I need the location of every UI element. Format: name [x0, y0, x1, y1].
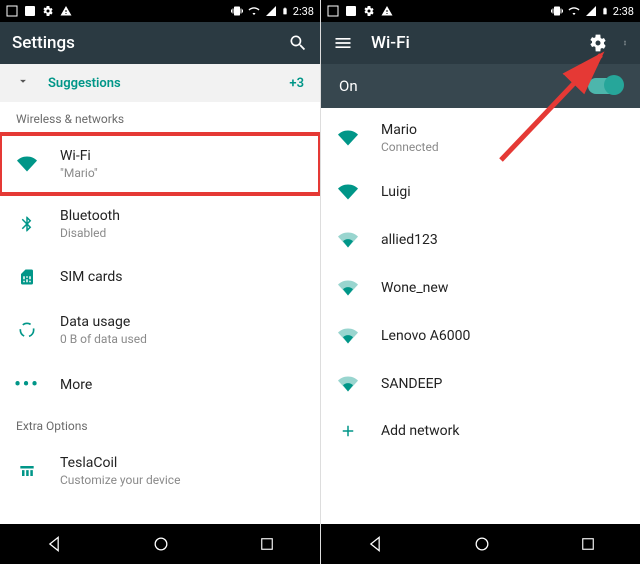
signal-icon	[585, 5, 597, 17]
add-network-label: Add network	[381, 423, 459, 439]
gear-icon[interactable]	[588, 33, 608, 53]
tesla-icon	[16, 461, 38, 481]
sim-label: SIM cards	[60, 269, 123, 285]
tesla-label: TeslaCoil	[60, 455, 180, 471]
wifi-signal-icon	[337, 230, 359, 250]
more-icon: •••	[16, 374, 38, 395]
wifi-signal-icon	[337, 278, 359, 298]
network-row[interactable]: Wone_new	[321, 264, 640, 312]
notif-icon	[327, 5, 339, 17]
suggestions-row[interactable]: Suggestions +3	[0, 64, 320, 102]
data-row[interactable]: Data usage 0 B of data used	[0, 300, 320, 360]
more-row[interactable]: ••• More	[0, 360, 320, 409]
bluetooth-row[interactable]: Bluetooth Disabled	[0, 194, 320, 254]
section-extra: Extra Options	[0, 409, 320, 441]
bluetooth-icon	[16, 215, 38, 233]
vibrate-icon	[551, 5, 563, 17]
network-name: Wone_new	[381, 280, 448, 296]
sim-icon	[16, 268, 38, 286]
network-name: Mario	[381, 122, 439, 138]
network-row[interactable]: allied123	[321, 216, 640, 264]
nav-bar	[0, 524, 320, 564]
network-row[interactable]: SANDEEP	[321, 360, 640, 408]
network-list: Mario Connected Luigi allied123 Wone_new	[321, 108, 640, 524]
network-row[interactable]: Mario Connected	[321, 108, 640, 168]
battery-icon	[601, 5, 609, 17]
more-label: More	[60, 377, 92, 393]
clock: 2:38	[293, 5, 314, 18]
data-subtitle: 0 B of data used	[60, 332, 147, 346]
data-label: Data usage	[60, 314, 147, 330]
notif-icon	[6, 5, 18, 17]
nav-back-icon[interactable]	[365, 534, 385, 554]
wifi-toggle-bar: On	[321, 64, 640, 108]
gear-icon	[363, 5, 375, 17]
page-title: Settings	[12, 33, 75, 53]
settings-list: Suggestions +3 Wireless & networks Wi-Fi…	[0, 64, 320, 524]
wifi-toggle[interactable]	[588, 78, 622, 94]
warning-icon	[381, 5, 393, 17]
gear-icon	[42, 5, 54, 17]
network-name: Luigi	[381, 184, 411, 200]
status-bar: 2:38	[0, 0, 320, 22]
search-icon[interactable]	[288, 33, 308, 53]
wifi-row[interactable]: Wi-Fi "Mario"	[0, 134, 320, 194]
page-title: Wi-Fi	[371, 33, 410, 53]
wifi-signal-icon	[337, 374, 359, 394]
bluetooth-subtitle: Disabled	[60, 226, 120, 240]
plus-icon	[337, 422, 359, 440]
suggestions-label: Suggestions	[48, 76, 121, 91]
nav-back-icon[interactable]	[44, 534, 64, 554]
wifi-status-icon	[567, 5, 581, 17]
settings-screen: 2:38 Settings Suggestions +3 Wireless & …	[0, 0, 320, 564]
nav-bar	[321, 524, 640, 564]
sim-row[interactable]: SIM cards	[0, 254, 320, 300]
tesla-subtitle: Customize your device	[60, 473, 180, 487]
overflow-icon[interactable]	[622, 33, 628, 53]
wifi-signal-icon	[337, 182, 359, 202]
app-bar: Wi-Fi	[321, 22, 640, 64]
wifi-signal-icon	[337, 326, 359, 346]
signal-icon	[265, 5, 277, 17]
warning-icon	[60, 5, 72, 17]
wifi-signal-icon	[337, 128, 359, 148]
bluetooth-label: Bluetooth	[60, 208, 120, 224]
suggestions-count: +3	[289, 76, 304, 91]
image-icon	[24, 5, 36, 17]
nav-recent-icon[interactable]	[579, 535, 597, 553]
vibrate-icon	[231, 5, 243, 17]
network-name: SANDEEP	[381, 376, 442, 392]
nav-recent-icon[interactable]	[258, 535, 276, 553]
image-icon	[345, 5, 357, 17]
add-network-row[interactable]: Add network	[321, 408, 640, 454]
menu-icon[interactable]	[333, 33, 353, 53]
status-bar: 2:38	[321, 0, 640, 22]
clock: 2:38	[613, 5, 634, 18]
wifi-state-label: On	[339, 77, 358, 95]
nav-home-icon[interactable]	[472, 534, 492, 554]
chevron-down-icon	[16, 74, 30, 92]
wifi-status-icon	[247, 5, 261, 17]
network-row[interactable]: Luigi	[321, 168, 640, 216]
section-wireless: Wireless & networks	[0, 102, 320, 134]
wifi-subtitle: "Mario"	[60, 166, 98, 180]
network-name: Lenovo A6000	[381, 328, 470, 344]
nav-home-icon[interactable]	[151, 534, 171, 554]
wifi-screen: 2:38 Wi-Fi On Mario Connected Luigi	[320, 0, 640, 564]
app-bar: Settings	[0, 22, 320, 64]
data-icon	[16, 320, 38, 340]
network-name: allied123	[381, 232, 438, 248]
wifi-label: Wi-Fi	[60, 148, 98, 164]
network-status: Connected	[381, 140, 439, 154]
tesla-row[interactable]: TeslaCoil Customize your device	[0, 441, 320, 501]
battery-icon	[281, 5, 289, 17]
wifi-icon	[16, 154, 38, 174]
network-row[interactable]: Lenovo A6000	[321, 312, 640, 360]
